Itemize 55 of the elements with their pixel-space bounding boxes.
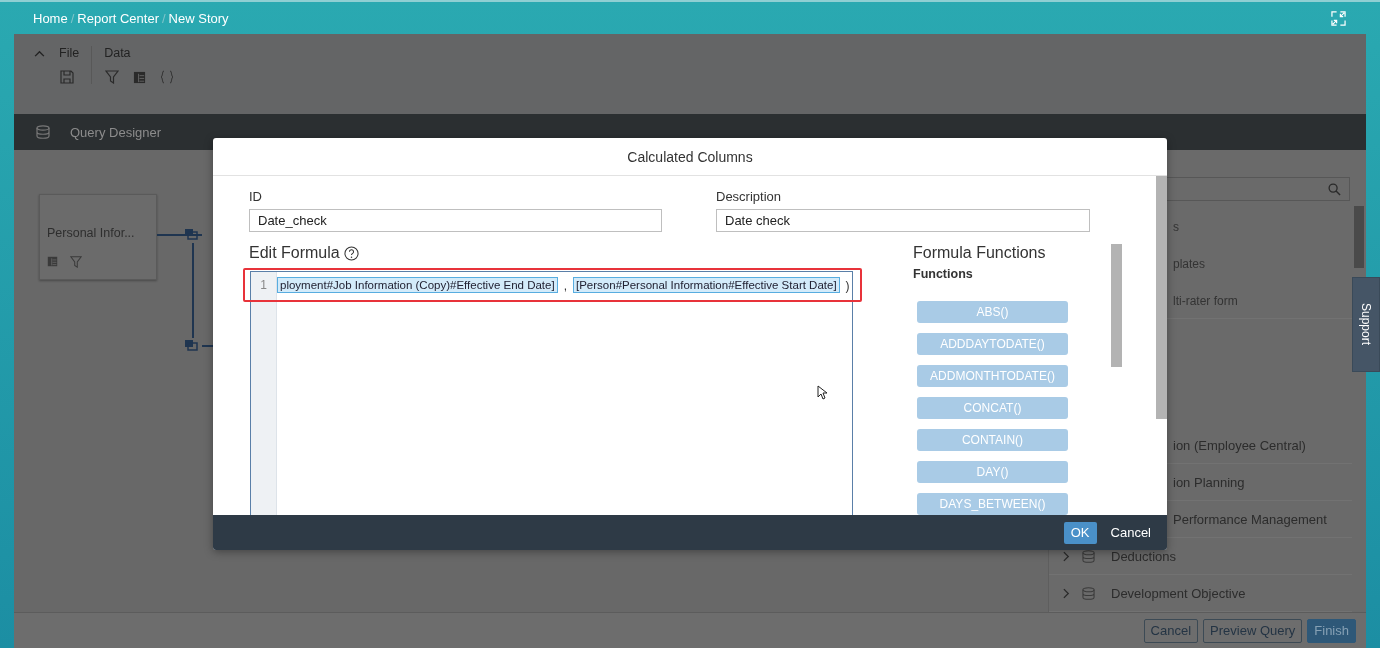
breadcrumb-link[interactable]: New Story	[168, 10, 229, 26]
table-icon[interactable]	[133, 70, 147, 84]
toolbar-group-label: Data	[104, 46, 132, 60]
footer-button[interactable]: Cancel	[1143, 618, 1199, 643]
exit-fullscreen-icon[interactable]	[1331, 10, 1346, 26]
node-label: Personal Infor...	[47, 226, 136, 240]
scrollbar-thumb[interactable]	[1156, 176, 1167, 419]
function-button[interactable]: ABS()	[917, 301, 1068, 323]
section-heading: Edit Formula	[249, 244, 340, 262]
field-token[interactable]: ployment#Job Information (Copy)#Effective End Date]	[277, 277, 558, 293]
function-button[interactable]: ADDMONTHTODATE()	[917, 365, 1068, 387]
table-icon[interactable]	[47, 256, 58, 267]
breadcrumb-separator: /	[161, 10, 166, 26]
chevron-up-icon[interactable]	[34, 50, 45, 57]
save-icon[interactable]	[60, 70, 74, 84]
field-token[interactable]: [Person#Personal Information#Effective Start Date]	[573, 277, 840, 293]
section-subheading: Functions	[913, 267, 974, 281]
breadcrumb-link[interactable]: Report Center	[77, 10, 159, 26]
chevron-right-icon[interactable]	[1063, 550, 1070, 562]
line-number: 1	[260, 278, 267, 292]
function-button[interactable]: DAYS_BETWEEN()	[917, 493, 1068, 515]
list-item[interactable]: Development Objective	[1111, 585, 1246, 601]
footer-button[interactable]: Preview Query	[1203, 618, 1303, 643]
database-icon	[1082, 586, 1095, 600]
field-label: Description	[716, 189, 783, 204]
help-icon[interactable]	[343, 245, 359, 261]
description-input-field[interactable]: Date check	[716, 209, 1090, 232]
toolbar-group-label: File	[59, 46, 80, 60]
scrollbar-thumb[interactable]	[1354, 206, 1364, 268]
breadcrumb-separator: /	[70, 10, 75, 26]
finish-button[interactable]: Finish	[1307, 618, 1356, 643]
dialog-title: Calculated Columns	[213, 138, 1167, 176]
section-heading: Formula Functions	[913, 244, 1047, 262]
search-icon[interactable]	[1328, 182, 1341, 196]
function-button[interactable]: CONTAIN()	[917, 429, 1068, 451]
scrollbar-thumb[interactable]	[1111, 244, 1122, 367]
mouse-pointer-icon	[817, 385, 827, 400]
function-button[interactable]: DAY()	[917, 461, 1068, 483]
code-text: )	[845, 278, 850, 293]
list-item[interactable]: Deductions	[1111, 548, 1177, 564]
breadcrumb-link[interactable]: Home	[33, 10, 68, 26]
curly-braces-icon[interactable]	[160, 70, 175, 84]
field-label: ID	[249, 189, 263, 204]
filter-icon[interactable]	[105, 70, 120, 84]
id-input-field[interactable]: Date_check	[249, 209, 662, 232]
chevron-right-icon[interactable]	[1063, 587, 1070, 599]
function-button[interactable]: CONCAT()	[917, 397, 1068, 419]
function-button[interactable]: ADDDAYTODATE()	[917, 333, 1068, 355]
code-text: ,	[563, 278, 567, 293]
panel-title: Query Designer	[70, 124, 162, 140]
support-tab[interactable]: Support	[1352, 277, 1380, 372]
query-node-card[interactable]: Personal Infor...	[39, 194, 157, 280]
database-icon	[36, 125, 50, 139]
ok-button[interactable]: OK	[1063, 521, 1097, 544]
filter-icon[interactable]	[70, 256, 82, 268]
